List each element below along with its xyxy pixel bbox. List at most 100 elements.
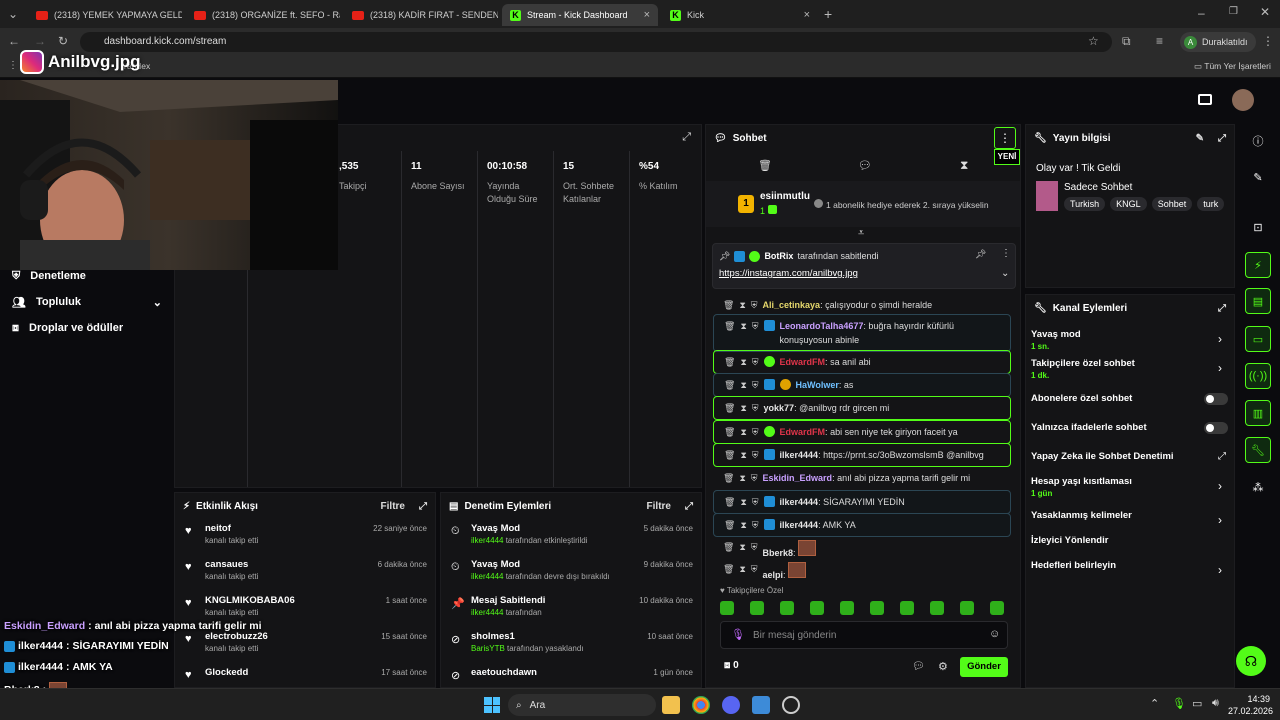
delete-icon[interactable]: 🗑︎ [723,298,734,312]
activity-item[interactable]: ♥ electrobuzz26 kanalı takip etti 15 saat ö… [175,627,435,663]
tab-4[interactable]: K Stream - Kick Dashboard × [502,4,658,26]
bookmark-star-icon[interactable]: ☆ [1088,34,1099,48]
chat-message[interactable]: 🗑︎ ⧗ ⛨ yokk77: @anilbvg rdr gircen mi [713,396,1011,420]
timeout-icon[interactable]: ⧗ [739,540,745,554]
activity-item[interactable]: ♥ Glockedd 17 saat önce [175,663,435,687]
channel-action-item[interactable]: Hedefleri belirleyin [1031,560,1116,571]
mic-tray-icon[interactable]: 🎙︎ [1172,697,1186,710]
channel-action-item[interactable]: Abonelere özel sohbet [1031,393,1132,404]
chat-message[interactable]: 🗑︎ ⧗ ⛨ Ali_cetinkaya: çalışıyodur o şimdi h… [713,294,1011,316]
chat-message[interactable]: 🗑︎ ⧗ ⛨ ilker4444: AMK YA [713,513,1011,537]
chevron-right-icon[interactable]: › [1218,563,1222,577]
timeout-icon[interactable]: ⧗ [739,471,745,485]
reload-icon[interactable]: ↻ [58,34,68,48]
chat-username[interactable]: LeonardoTalha4677 [780,321,864,331]
delete-icon[interactable]: 🗑︎ [723,562,734,576]
popout-icon[interactable]: ⤢ [685,501,693,512]
chevron-down-icon[interactable]: ⌄ [1001,268,1009,279]
ban-icon[interactable]: ⛨ [751,540,758,554]
delete-icon[interactable]: 🗑︎ [724,401,735,415]
layout-icon[interactable]: ▥ [1245,400,1271,426]
chat-bubble-icon[interactable]: ▭ [1245,326,1271,352]
ban-icon[interactable]: ⛨ [752,448,759,462]
profile-button[interactable]: A Duraklatıldı [1180,32,1256,52]
chevron-right-icon[interactable]: › [1218,361,1222,375]
channel-action-item[interactable]: Yavaş mod 1 sn. [1031,329,1081,351]
channel-action-item[interactable]: Yasaklanmış kelimeler [1031,510,1132,521]
ban-icon[interactable]: ⛨ [752,401,759,415]
delete-icon[interactable]: 🗑︎ [724,378,735,392]
activity-item[interactable]: ♥ cansaues kanalı takip etti 6 dakika önce [175,555,435,591]
emote-button[interactable] [870,601,884,615]
emote-button[interactable] [990,601,1004,615]
ban-icon[interactable]: ⛨ [751,562,758,576]
delete-icon[interactable]: 🗑︎ [724,425,735,439]
info-icon[interactable]: ⓘ [1245,128,1271,154]
close-icon[interactable]: × [804,9,810,21]
reading-list-icon[interactable]: ≡ [1156,34,1163,48]
bolt-icon[interactable]: ⚡︎ [1245,252,1271,278]
forward-icon[interactable]: → [34,34,46,48]
chat-menu-button[interactable]: ⋮ [994,127,1016,149]
window-close-button[interactable]: ✕ [1260,5,1270,19]
chat-username[interactable]: ilker4444 [780,450,819,460]
timeout-icon[interactable]: ⧗ [740,425,746,439]
channel-action-item[interactable]: Hesap yaşı kısıtlaması 1 gün [1031,476,1132,498]
chat-message[interactable]: 🗑︎ ⧗ ⛨ ilker4444: https://prnt.sc/3oBwzomsl… [713,443,1011,467]
emote-button[interactable] [900,601,914,615]
external-link-icon[interactable]: ⤢ [1218,451,1226,462]
timeout-icon[interactable]: ⧗ [739,298,745,312]
chat-message[interactable]: 🗑︎ ⧗ ⛨ EdwardFM: sa anil abi [713,350,1011,374]
user-avatar[interactable] [1232,89,1254,111]
emote-button[interactable] [720,601,734,615]
chat-username[interactable]: HaWolwer [796,380,839,390]
chat-icon[interactable]: 💬︎ [858,159,872,172]
broadcast-icon[interactable]: ((·)) [1245,363,1271,389]
channel-action-item[interactable]: İzleyici Yönlendir [1031,535,1108,546]
popout-icon[interactable]: ⤢ [1218,303,1226,314]
tag[interactable]: Turkish [1064,197,1106,211]
ban-icon[interactable]: ⛨ [751,298,758,312]
mod-action-item[interactable]: ⊘ eaetouchdawn 1 gün önce [441,663,701,687]
timeout-icon[interactable]: ⧗ [740,319,746,333]
trash-icon[interactable]: 🗑︎ [758,159,772,172]
emote-button[interactable] [930,601,944,615]
scroll-down-icon[interactable]: ⩡ [858,227,864,240]
taskbar-search[interactable]: ⌕ Ara [508,694,656,716]
tab-search-icon[interactable]: ⌄ [8,7,18,21]
timeout-icon[interactable]: ⧗ [740,401,746,415]
chat-username[interactable]: EdwardFM [780,427,826,437]
pinned-link[interactable]: https://instagram.com/anilbvg.jpg [719,268,858,279]
chat-username[interactable]: yokk77 [764,403,795,413]
filter-button[interactable]: Filtre [381,501,405,512]
tag[interactable]: turk [1197,197,1225,211]
microphone-icon[interactable]: 🎙︎ [731,628,745,641]
nav-moderation[interactable]: ⛨ Denetleme [12,270,86,283]
close-icon[interactable]: × [644,9,650,21]
timeout-icon[interactable]: ⧗ [740,518,746,532]
chat-username[interactable]: Eskidin_Edward [763,473,833,483]
file-explorer-icon[interactable] [662,696,680,714]
timeout-icon[interactable]: ⧗ [740,355,746,369]
delete-icon[interactable]: 🗑︎ [724,518,735,532]
menu-icon[interactable]: ⋮ [1262,34,1274,48]
app-icon[interactable] [752,696,770,714]
new-tab-button[interactable]: + [824,6,832,22]
unpin-icon[interactable]: 📌︎ [975,249,986,260]
nav-drops[interactable]: ⧈ Droplar ve ödüller [12,322,123,335]
tab-5[interactable]: K Kick × [662,4,818,26]
popout-icon[interactable]: ⤢ [682,131,691,144]
chevron-right-icon[interactable]: › [1218,479,1222,493]
emote-button[interactable] [840,601,854,615]
chat-message[interactable]: 🗑︎ ⧗ ⛨ LeonardoTalha4677: buğra hayırdır kü… [713,314,1011,352]
chat-username[interactable]: EdwardFM [780,357,826,367]
tag[interactable]: KNGL [1110,197,1147,211]
mod-action-item[interactable]: 📌 Mesaj Sabitlendi ilker4444 tarafından 10 … [441,591,701,627]
url-field[interactable]: dashboard.kick.com/stream [80,32,1112,52]
shapes-icon[interactable]: ⁂ [1245,474,1271,500]
wrench-icon[interactable]: 🔧︎ [1245,437,1271,463]
chat-input[interactable]: 🎙︎ Bir mesaj gönderin ☺ [720,621,1008,649]
all-bookmarks[interactable]: ▭ Tüm Yer İşaretleri [1194,61,1271,72]
delete-icon[interactable]: 🗑︎ [723,471,734,485]
chat-username[interactable]: Bberk8 [763,548,794,558]
